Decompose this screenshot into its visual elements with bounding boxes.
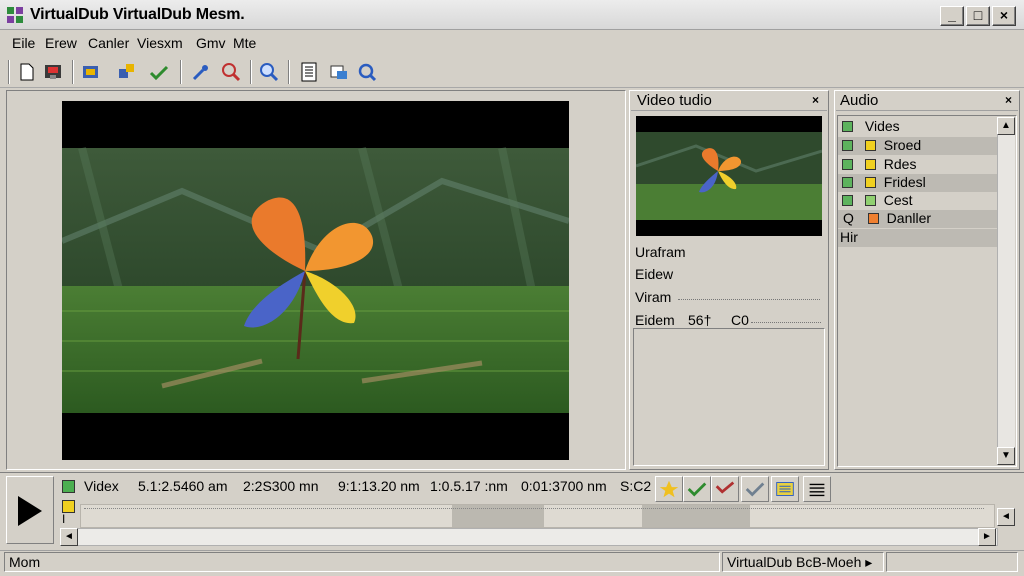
- export-icon[interactable]: [116, 61, 138, 83]
- track-color-swatch: [864, 159, 876, 170]
- list-item-label: Hir: [840, 229, 858, 245]
- list-icon[interactable]: [771, 476, 799, 502]
- minimize-button[interactable]: _: [940, 6, 964, 26]
- track-color-swatch: [842, 177, 853, 188]
- save-icon[interactable]: [42, 61, 64, 83]
- list-item-label: Fridesl: [883, 174, 926, 190]
- refresh-icon[interactable]: [356, 61, 378, 83]
- scroll-down-button[interactable]: ▼: [997, 447, 1015, 465]
- check-gray-icon[interactable]: [741, 476, 769, 502]
- scroll-left-button[interactable]: ◄: [60, 528, 78, 546]
- track-color-swatch: [864, 195, 876, 206]
- info-line-4-dots: [751, 322, 821, 323]
- check-icon[interactable]: [683, 476, 711, 502]
- list-item-label: Sroed: [883, 137, 922, 153]
- menu-view[interactable]: Viesxm: [137, 35, 183, 51]
- track-color-swatch: [864, 140, 876, 151]
- timecode: 5.1:2.5460 am: [138, 478, 228, 494]
- info-line-3: Viram: [635, 289, 672, 305]
- mark-icon[interactable]: [711, 476, 739, 502]
- app-icon: [7, 7, 23, 23]
- maximize-button[interactable]: □: [966, 6, 990, 26]
- status-text-left: Mom: [4, 552, 720, 572]
- zoom-out-icon[interactable]: [220, 61, 242, 83]
- video-frame-image: [62, 146, 569, 413]
- status-empty-cell: [886, 552, 1018, 572]
- timeline-scrollbar[interactable]: [60, 528, 998, 546]
- menu-capture[interactable]: Canler: [88, 35, 129, 51]
- track-color-swatch: [867, 213, 879, 224]
- list-item[interactable]: Hir: [838, 229, 998, 247]
- pipette-icon[interactable]: [190, 61, 212, 83]
- track-green-icon: [62, 480, 75, 493]
- menu-go[interactable]: Gmv: [196, 35, 226, 51]
- list-item[interactable]: Fridesl: [838, 174, 998, 192]
- open-icon[interactable]: [80, 61, 102, 83]
- video-thumbnail: [636, 116, 822, 236]
- info-line-4-value-2: C0: [731, 312, 749, 328]
- video-info-title: Video tudio: [637, 92, 712, 109]
- track-color-swatch: [842, 140, 853, 151]
- info-line-3-dots: [678, 299, 820, 300]
- timecode: 2:2S300 mn: [243, 478, 319, 494]
- frame-icon[interactable]: [328, 61, 350, 83]
- info-blank-area: [633, 328, 825, 466]
- list-item-label: Danller: [886, 210, 932, 226]
- menu-file[interactable]: Eile: [12, 35, 35, 51]
- info-line-1: Urafram: [635, 244, 686, 260]
- zoom-in-icon[interactable]: [258, 61, 280, 83]
- toolbar-separator: [288, 60, 290, 84]
- timecode: 0:01:3700 nm: [521, 478, 607, 494]
- play-button[interactable]: [6, 476, 54, 544]
- info-line-4-value-1: 56†: [688, 312, 712, 328]
- status-text-right: VirtualDub BcB-Moeh ▸: [722, 552, 884, 572]
- close-button[interactable]: ×: [992, 6, 1016, 26]
- track-color-swatch: [842, 159, 853, 170]
- menu-more[interactable]: Mte: [233, 35, 256, 51]
- scroll-right-button[interactable]: ►: [978, 528, 996, 546]
- list-item[interactable]: Rdes: [838, 156, 998, 174]
- film-icon[interactable]: [298, 61, 320, 83]
- timecode: 1:0.5.17 :nm: [430, 478, 508, 494]
- track-label: Videx: [84, 478, 119, 494]
- scroll-up-button[interactable]: ▲: [997, 117, 1015, 135]
- new-file-icon[interactable]: [16, 61, 38, 83]
- video-info-close-button[interactable]: ×: [812, 93, 819, 107]
- timecode: 9:1:13.20 nm: [338, 478, 420, 494]
- star-icon[interactable]: [655, 476, 683, 502]
- track-color-swatch: [842, 121, 853, 132]
- menu-edit[interactable]: Erew: [45, 35, 77, 51]
- list-item-label: Cest: [883, 192, 913, 208]
- timecode: S:C2: [620, 478, 652, 494]
- toolbar-separator: [180, 60, 182, 84]
- track-color-swatch: [864, 177, 876, 188]
- toolbar-separator: [8, 60, 10, 84]
- play-icon: [18, 496, 42, 526]
- audio-title: Audio: [840, 92, 879, 109]
- ruler-scroll-left-button[interactable]: ◄: [997, 508, 1015, 526]
- toolbar-separator: [250, 60, 252, 84]
- list-item[interactable]: Q Danller: [838, 210, 998, 228]
- ruler-ticks: [84, 508, 984, 509]
- list-item[interactable]: Cest: [838, 192, 998, 210]
- list-item[interactable]: Sroed: [838, 137, 998, 155]
- audio-close-button[interactable]: ×: [1005, 93, 1012, 107]
- track-color-swatch: [842, 195, 853, 206]
- list-item-label: Rdes: [883, 156, 917, 172]
- info-line-2: Eidew: [635, 266, 674, 282]
- check-icon[interactable]: [148, 61, 170, 83]
- info-line-4-label: Eidem: [635, 312, 675, 328]
- window-title: VirtualDub VirtualDub Mesm.: [30, 6, 245, 23]
- menu-lines-icon[interactable]: [803, 476, 831, 502]
- audio-scrollbar[interactable]: [997, 117, 1015, 465]
- list-item-label: Vides: [864, 118, 900, 134]
- ruler-marker: I: [62, 512, 66, 526]
- video-frame[interactable]: [62, 101, 569, 460]
- list-item[interactable]: Vides: [838, 118, 998, 136]
- toolbar-separator: [72, 60, 74, 84]
